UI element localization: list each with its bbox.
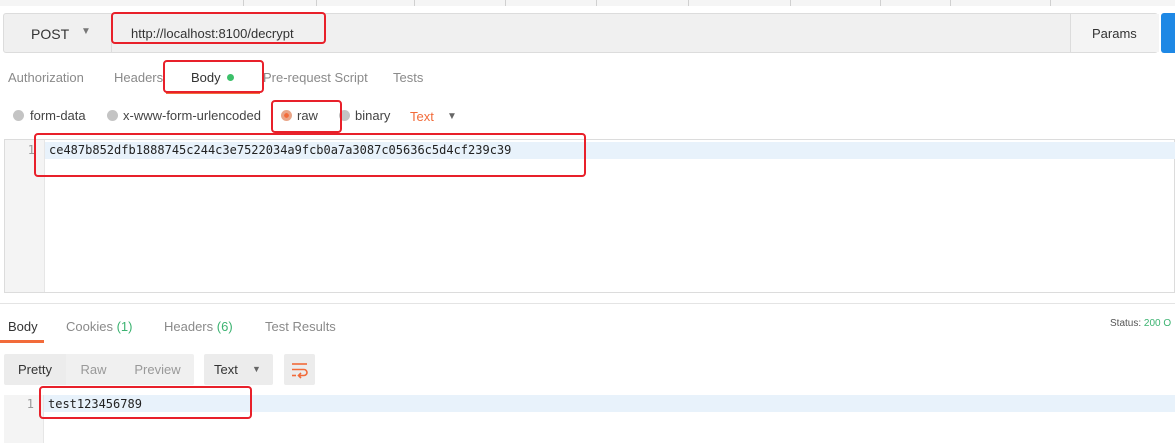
- tab-body-label: Body: [191, 70, 221, 85]
- method-select[interactable]: POST ▼: [4, 14, 112, 52]
- radio-binary[interactable]: [339, 110, 350, 121]
- response-tab-headers[interactable]: Headers (6): [164, 319, 233, 334]
- wrap-lines-icon: [292, 363, 308, 379]
- form-data-label[interactable]: form-data: [30, 108, 86, 123]
- request-tabs: Authorization Headers Body Pre-request S…: [0, 62, 1175, 94]
- cookies-label: Cookies: [66, 319, 113, 334]
- response-format-select[interactable]: Text ▼: [204, 354, 273, 385]
- status-label: Status:: [1110, 318, 1142, 329]
- request-body-editor[interactable]: 1 ce487b852dfb1888745c244c3e7522034a9fcb…: [4, 139, 1175, 293]
- response-tab-test-results[interactable]: Test Results: [265, 319, 336, 334]
- body-type-select[interactable]: Text: [410, 109, 434, 124]
- response-body-viewer[interactable]: 1 test123456789: [4, 395, 1175, 443]
- tab-body[interactable]: Body: [191, 70, 234, 85]
- top-tab-strip: [0, 0, 1175, 6]
- line-number: 1: [27, 143, 35, 157]
- response-body-text[interactable]: test123456789: [48, 397, 142, 411]
- body-type-options: form-data x-www-form-urlencoded raw bina…: [0, 104, 600, 128]
- response-tab-body[interactable]: Body: [8, 319, 38, 334]
- chevron-down-icon: ▼: [447, 111, 457, 122]
- headers-count: (6): [216, 319, 233, 334]
- cookies-count: (1): [116, 319, 133, 334]
- raw-label[interactable]: raw: [297, 108, 318, 123]
- method-label: POST: [31, 26, 70, 42]
- response-active-line: [44, 395, 1175, 412]
- status-code: 200 O: [1143, 318, 1172, 329]
- tab-tests[interactable]: Tests: [393, 70, 423, 85]
- tab-pre-request-script[interactable]: Pre-request Script: [263, 70, 368, 85]
- radio-form-data[interactable]: [13, 110, 24, 121]
- x-www-form-urlencoded-label[interactable]: x-www-form-urlencoded: [123, 108, 261, 123]
- response-divider: [0, 303, 1175, 304]
- response-tab-cookies[interactable]: Cookies (1): [66, 319, 132, 334]
- radio-raw[interactable]: [281, 110, 292, 121]
- modified-dot-icon: [226, 74, 234, 81]
- tab-authorization[interactable]: Authorization: [8, 70, 84, 85]
- view-raw-button[interactable]: Raw: [66, 354, 121, 385]
- params-button-label: Params: [1092, 26, 1137, 41]
- response-line-gutter: 1: [4, 395, 44, 443]
- active-response-tab-indicator: [0, 340, 44, 343]
- chevron-down-icon: ▼: [81, 26, 91, 37]
- view-pretty-button[interactable]: Pretty: [4, 354, 66, 385]
- params-button[interactable]: Params: [1070, 14, 1159, 52]
- headers-label: Headers: [164, 319, 214, 334]
- request-body-text[interactable]: ce487b852dfb1888745c244c3e7522034a9fcb0a…: [49, 143, 511, 157]
- send-button[interactable]: [1161, 13, 1175, 53]
- chevron-down-icon: ▼: [252, 364, 261, 374]
- url-input[interactable]: http://localhost:8100/decrypt: [131, 26, 294, 41]
- status-readout: Status: 200 O: [1110, 318, 1171, 329]
- view-preview-button[interactable]: Preview: [121, 354, 194, 385]
- binary-label[interactable]: binary: [355, 108, 390, 123]
- response-tabs: Body Cookies (1) Headers (6) Test Result…: [0, 310, 1175, 343]
- response-format-label: Text: [214, 362, 238, 377]
- tab-headers[interactable]: Headers: [114, 70, 163, 85]
- line-gutter: 1: [5, 140, 45, 292]
- radio-x-www-form-urlencoded[interactable]: [107, 110, 118, 121]
- url-bar: POST ▼ http://localhost:8100/decrypt Par…: [3, 13, 1159, 53]
- active-tab-indicator: [166, 91, 260, 94]
- wrap-lines-button[interactable]: [284, 354, 315, 385]
- response-line-number: 1: [26, 397, 34, 411]
